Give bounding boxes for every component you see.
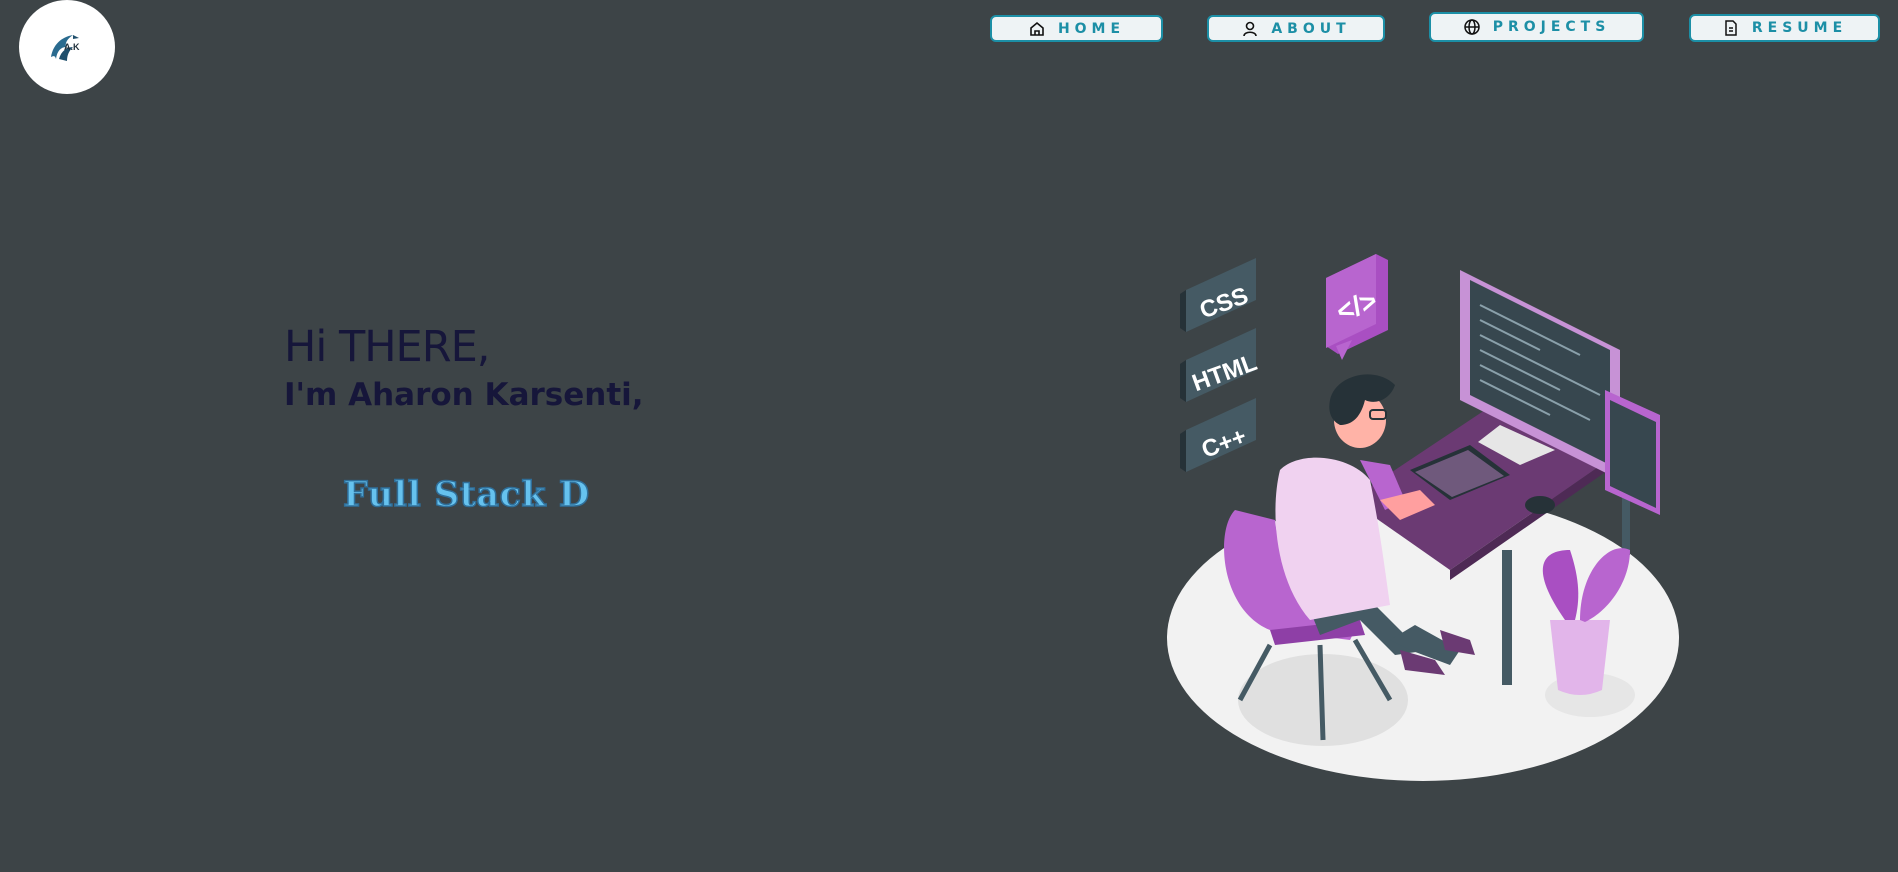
hero-role-typing: Full Stack D <box>342 473 590 516</box>
css-badge: CSS <box>1180 258 1256 332</box>
developer-illustration: CSS HTML C++ </> <box>1160 250 1700 795</box>
user-icon <box>1241 20 1259 38</box>
nav-home-button[interactable]: HOME <box>990 15 1163 42</box>
nav-projects-button[interactable]: PROJECTS <box>1429 12 1644 42</box>
nav-resume-button[interactable]: RESUME <box>1689 14 1880 42</box>
home-icon <box>1028 20 1046 38</box>
cpp-badge: C++ <box>1180 398 1256 472</box>
nav-about-button[interactable]: ABOUT <box>1207 15 1385 42</box>
code-bubble: </> <box>1326 254 1388 360</box>
logo-text: A.K <box>64 42 80 52</box>
nav-resume-label: RESUME <box>1751 20 1848 36</box>
globe-icon <box>1463 18 1481 36</box>
eagle-logo-icon: A.K <box>47 29 87 65</box>
nav-projects-label: PROJECTS <box>1492 19 1611 35</box>
html-badge: HTML <box>1180 328 1261 402</box>
site-logo[interactable]: A.K <box>19 0 115 94</box>
hero-name: I'm Aharon Karsenti, <box>284 377 644 413</box>
document-icon <box>1722 19 1740 37</box>
nav-home-label: HOME <box>1057 20 1126 37</box>
hero-greeting: Hi THERE, <box>284 322 490 372</box>
nav-about-label: ABOUT <box>1271 20 1351 37</box>
